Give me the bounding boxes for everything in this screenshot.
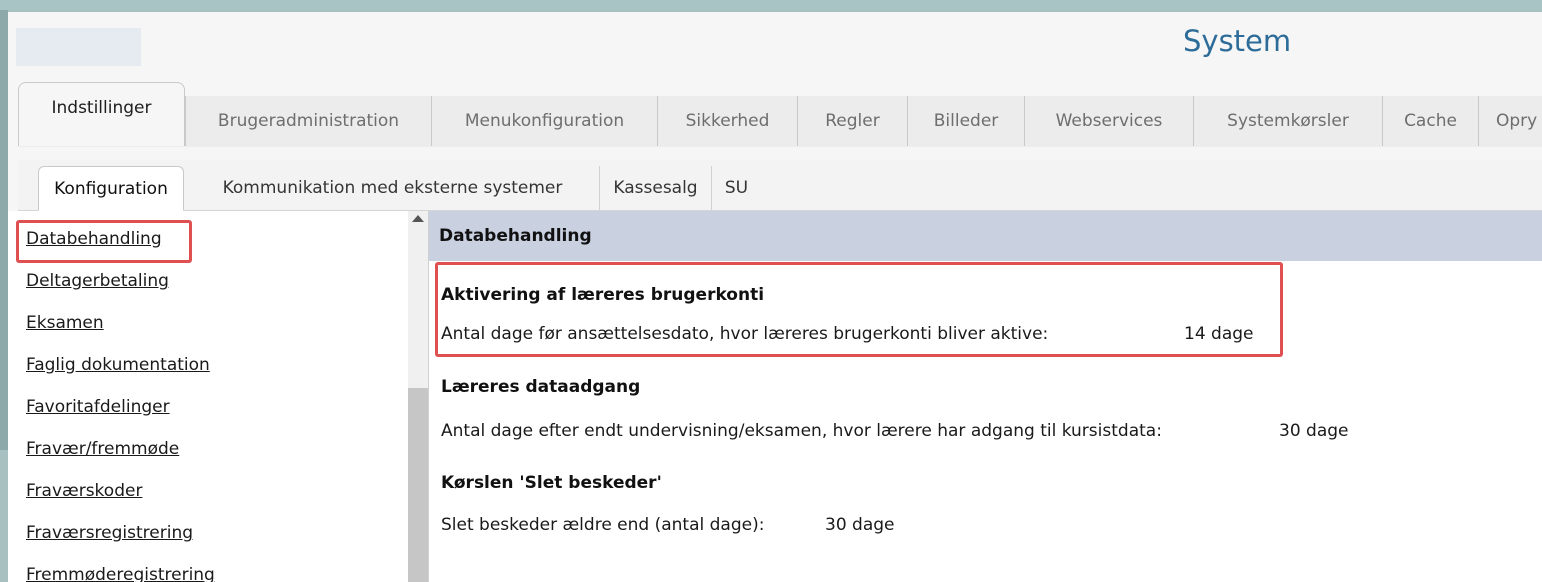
tab-brugeradministration[interactable]: Brugeradministration [185, 96, 431, 146]
app-panel: System Indstillinger Brugeradministratio… [8, 12, 1542, 582]
sidebar-item-eksamen[interactable]: Eksamen [26, 309, 215, 351]
main-tab-bar: Indstillinger Brugeradministration Menuk… [18, 82, 1542, 147]
content-panel: Databehandling Aktivering af læreres bru… [429, 211, 1542, 582]
section-title-dataadgang: Læreres dataadgang [441, 377, 641, 397]
sidebar-item-fravaerskoder[interactable]: Fraværskoder [26, 477, 215, 519]
setting-value-slet-beskeder: 30 dage [825, 515, 895, 535]
section-highlight-box [435, 262, 1283, 357]
tab-opry[interactable]: Opry [1478, 96, 1542, 146]
content-header: Databehandling [429, 211, 1542, 261]
tab-systemkorsler[interactable]: Systemkørsler [1193, 96, 1382, 146]
tab-cache[interactable]: Cache [1382, 96, 1478, 146]
sidebar-item-favoritafdelinger[interactable]: Favoritafdelinger [26, 393, 215, 435]
tab-indstillinger[interactable]: Indstillinger [18, 82, 185, 146]
sidebar-item-fravaer-fremmode[interactable]: Fravær/fremmøde [26, 435, 215, 477]
subtab-kommunikation[interactable]: Kommunikation med eksterne systemer [186, 166, 599, 210]
sidebar-item-deltagerbetaling[interactable]: Deltagerbetaling [26, 267, 215, 309]
sidebar-item-fravaersregistrering[interactable]: Fraværsregistrering [26, 519, 215, 561]
logo [16, 28, 141, 66]
tab-billeder[interactable]: Billeder [907, 96, 1024, 146]
setting-value-dataadgang: 30 dage [1279, 421, 1349, 441]
scrollbar-thumb[interactable] [408, 388, 428, 582]
sidebar-scrollbar[interactable] [408, 211, 428, 582]
tab-webservices[interactable]: Webservices [1024, 96, 1193, 146]
sidebar-item-faglig-dokumentation[interactable]: Faglig dokumentation [26, 351, 215, 393]
subtab-kassesalg[interactable]: Kassesalg [599, 166, 711, 210]
tab-regler[interactable]: Regler [797, 96, 907, 146]
tab-sikkerhed[interactable]: Sikkerhed [657, 96, 797, 146]
window-top-band [0, 0, 1542, 10]
selection-highlight-box [16, 220, 192, 263]
setting-label-slet-beskeder: Slet beskeder ældre end (antal dage): [441, 515, 765, 535]
scroll-up-arrow-icon[interactable] [412, 215, 424, 222]
tab-menukonfiguration[interactable]: Menukonfiguration [431, 96, 657, 146]
page-title: System [1183, 24, 1292, 58]
window-left-strip [0, 10, 8, 450]
section-title-slet-beskeder: Kørslen 'Slet beskeder' [441, 473, 662, 493]
sub-tab-bar: Konfiguration Kommunikation med eksterne… [18, 160, 1542, 211]
sidebar-list: Databehandling Deltagerbetaling Eksamen … [26, 225, 215, 582]
setting-label-dataadgang: Antal dage efter endt undervisning/eksam… [441, 421, 1162, 441]
subtab-konfiguration[interactable]: Konfiguration [38, 166, 184, 211]
sidebar-item-fremmoderegistrering[interactable]: Fremmøderegistrering [26, 561, 215, 582]
subtab-su[interactable]: SU [711, 166, 761, 210]
sidebar: Databehandling Deltagerbetaling Eksamen … [8, 211, 429, 582]
